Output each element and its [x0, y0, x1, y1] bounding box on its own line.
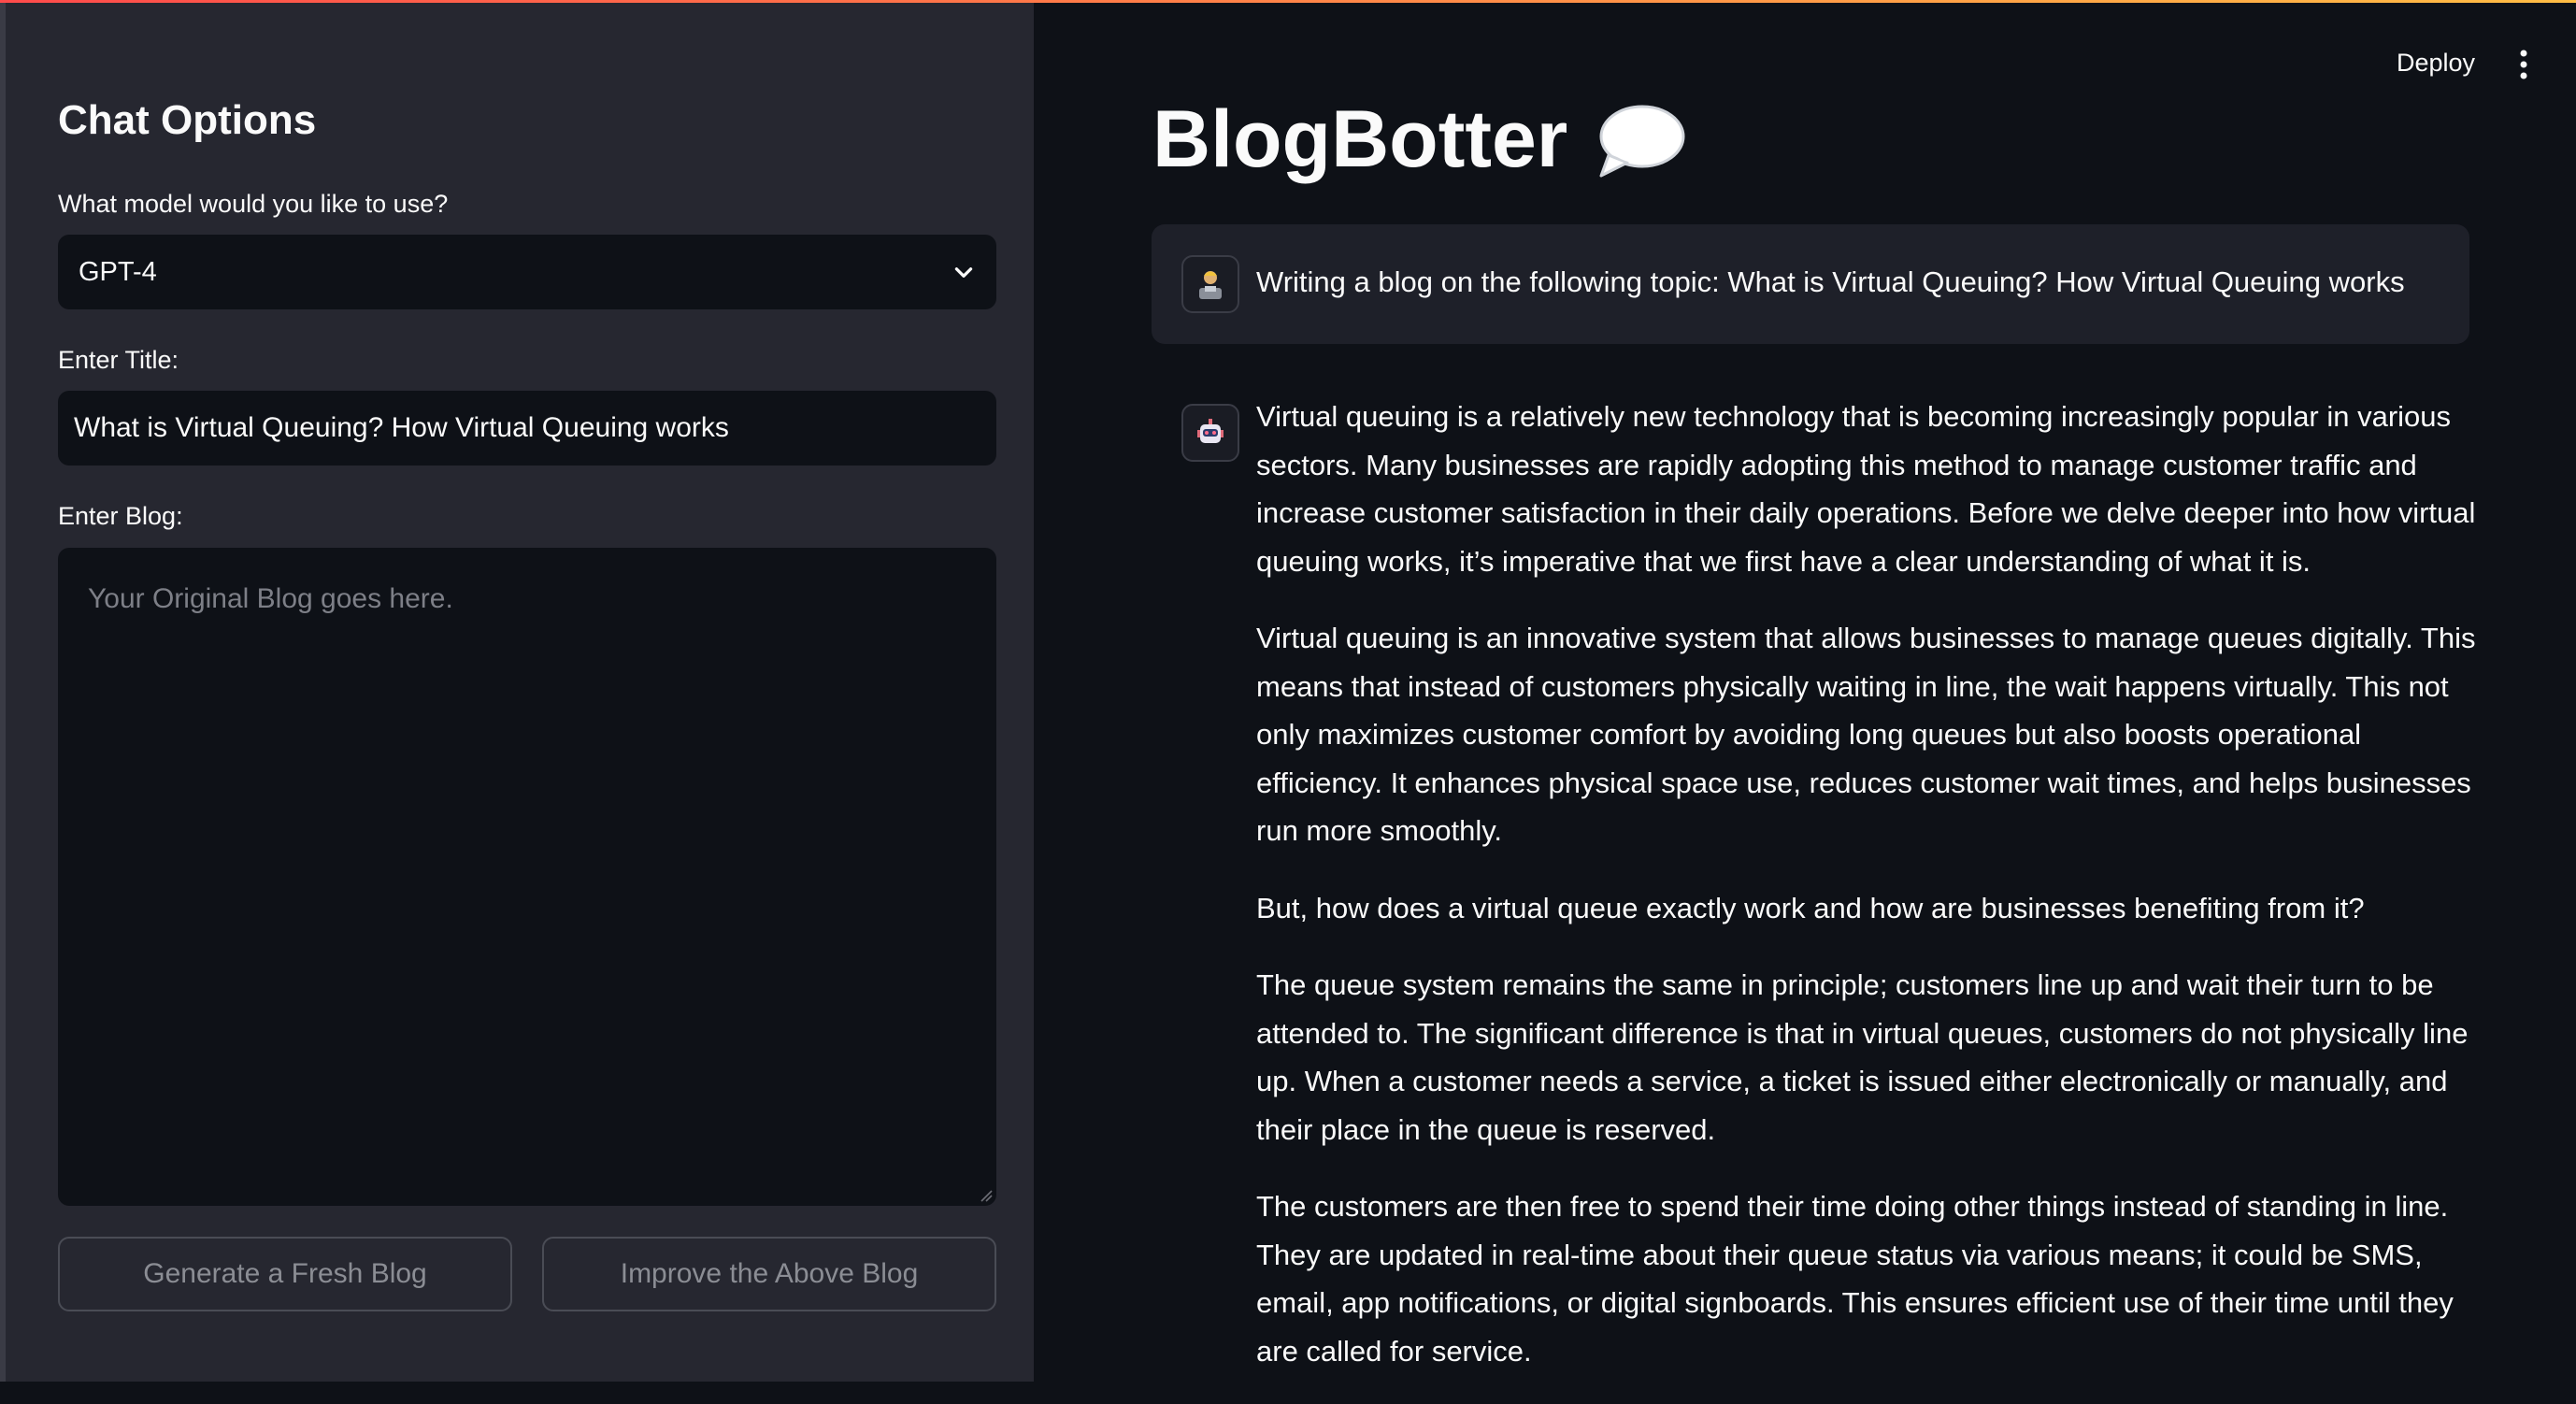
blog-textarea-placeholder: Your Original Blog goes here.	[88, 583, 453, 614]
title-label: Enter Title:	[58, 346, 179, 374]
user-message: Writing a blog on the following topic: W…	[1152, 224, 2469, 344]
resize-handle-icon[interactable]	[980, 1189, 993, 1202]
assistant-paragraph: The customers are then free to spend the…	[1256, 1190, 2454, 1368]
deploy-button[interactable]: Deploy	[2397, 49, 2475, 78]
assistant-paragraph: The queue system remains the same in pri…	[1256, 968, 2469, 1146]
title-input-value: What is Virtual Queuing? How Virtual Que…	[74, 412, 729, 443]
assistant-paragraph: Virtual queuing is a relatively new tech…	[1256, 400, 2476, 578]
kebab-menu-icon[interactable]	[2514, 49, 2533, 80]
blog-label: Enter Blog:	[58, 502, 183, 530]
user-avatar-icon	[1181, 255, 1239, 313]
app-title: BlogBotter	[1152, 93, 1685, 186]
assistant-paragraph: Virtual queuing is an innovative system …	[1256, 622, 2476, 847]
speech-bubble-icon	[1599, 105, 1685, 177]
model-select[interactable]: GPT-4	[58, 235, 996, 309]
user-message-text: Writing a blog on the following topic: W…	[1256, 265, 2405, 298]
sidebar: Chat Options What model would you like t…	[0, 0, 1034, 1382]
top-decoration-bar	[0, 0, 2576, 3]
robot-avatar-icon	[1181, 404, 1239, 462]
chevron-down-icon	[954, 267, 973, 278]
app-title-text: BlogBotter	[1152, 94, 1568, 184]
title-input[interactable]: What is Virtual Queuing? How Virtual Que…	[58, 391, 996, 466]
improve-blog-button[interactable]: Improve the Above Blog	[542, 1237, 996, 1311]
model-label: What model would you like to use?	[58, 190, 449, 218]
assistant-paragraph: But, how does a virtual queue exactly wo…	[1256, 891, 2365, 924]
assistant-message-body: Virtual queuing is a relatively new tech…	[1256, 393, 2476, 1404]
sidebar-title: Chat Options	[58, 97, 317, 143]
model-select-value: GPT-4	[79, 256, 157, 287]
generate-blog-button[interactable]: Generate a Fresh Blog	[58, 1237, 512, 1311]
blog-textarea[interactable]: Your Original Blog goes here.	[58, 548, 996, 1206]
